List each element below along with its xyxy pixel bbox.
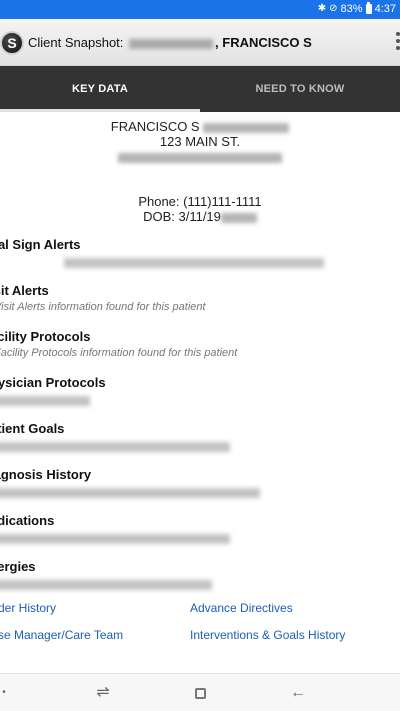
section-visit-alerts[interactable]: isit Alerts Visit Alerts information fou… xyxy=(0,283,370,314)
tab-key-data[interactable]: KEY DATA xyxy=(0,66,200,112)
section-title: acility Protocols xyxy=(0,329,91,344)
patient-dob: DOB: 3/11/19 xyxy=(143,209,221,224)
section-physician-protocols[interactable]: hysician Protocols xyxy=(0,375,370,406)
patient-name: FRANCISCO S xyxy=(110,119,200,134)
nav-dot-icon: • xyxy=(2,687,6,698)
battery-percent: 83% xyxy=(340,3,363,15)
do-not-disturb-icon: ⊘ xyxy=(329,3,338,14)
title-prefix: Client Snapshot: xyxy=(28,35,124,50)
clock: 4:37 xyxy=(374,3,396,15)
recents-icon[interactable]: ⇌ xyxy=(93,683,113,703)
mute-icon: ✱ xyxy=(317,3,327,14)
section-title: isit Alerts xyxy=(0,283,49,298)
section-title: ital Sign Alerts xyxy=(0,237,81,252)
tab-need-to-know[interactable]: NEED TO KNOW xyxy=(200,66,400,112)
patient-address-1: 123 MAIN ST. xyxy=(159,134,241,149)
section-title: hysician Protocols xyxy=(0,375,106,390)
section-allergies[interactable]: llergies xyxy=(0,559,370,590)
link-order-history[interactable]: der History xyxy=(0,601,56,615)
section-facility-protocols[interactable]: acility Protocols Facility Protocols inf… xyxy=(0,329,370,360)
system-nav-bar: • ⇌ ← xyxy=(0,673,400,711)
back-icon[interactable]: ← xyxy=(288,683,308,703)
section-diagnosis-history[interactable]: iagnosis History xyxy=(0,467,370,498)
patient-name-line: FRANCISCO S xyxy=(0,119,400,134)
redacted-dob xyxy=(220,212,257,223)
section-title: iagnosis History xyxy=(0,467,92,482)
app-bar: S Client Snapshot: , FRANCISCO S xyxy=(0,19,400,66)
battery-icon xyxy=(365,2,372,14)
status-bar: ✱ ⊘ 83% 4:37 xyxy=(0,0,400,19)
patient-address-2 xyxy=(0,149,400,164)
section-medications[interactable]: edications xyxy=(0,513,370,544)
section-title: llergies xyxy=(0,559,36,574)
section-title: atient Goals xyxy=(0,421,65,436)
overflow-menu-icon[interactable] xyxy=(396,32,400,52)
redacted-text xyxy=(0,442,230,452)
redacted-city xyxy=(118,152,282,163)
app-logo-icon[interactable]: S xyxy=(0,31,24,55)
redacted-surname xyxy=(203,122,290,133)
patient-phone: Phone: (111)111-1111 xyxy=(138,194,262,209)
link-case-manager-care-team[interactable]: se Manager/Care Team xyxy=(0,628,123,642)
page-title: Client Snapshot: , FRANCISCO S xyxy=(28,35,312,50)
link-interventions-goals-history[interactable]: Interventions & Goals History xyxy=(190,628,345,642)
section-vital-sign-alerts[interactable]: ital Sign Alerts xyxy=(0,237,370,268)
patient-dob-line: DOB: 3/11/19 xyxy=(0,209,400,224)
status-bar-right: ✱ ⊘ 83% 4:37 xyxy=(317,2,396,15)
link-advance-directives[interactable]: Advance Directives xyxy=(190,601,293,615)
title-patient-name: , FRANCISCO S xyxy=(215,35,312,50)
tab-bar: KEY DATA NEED TO KNOW xyxy=(0,66,400,112)
section-subtitle: Visit Alerts information found for this … xyxy=(0,301,206,313)
section-title: edications xyxy=(0,513,55,528)
section-subtitle: Facility Protocols information found for… xyxy=(0,347,238,359)
redacted-text xyxy=(0,534,230,544)
redacted-text xyxy=(0,580,212,590)
redacted-text xyxy=(64,258,324,268)
redacted-text xyxy=(0,488,260,498)
patient-info: FRANCISCO S 123 MAIN ST. Phone: (111)111… xyxy=(0,119,400,224)
redacted-text xyxy=(0,396,90,406)
home-icon[interactable] xyxy=(195,688,206,699)
redacted-surname xyxy=(129,38,214,49)
section-patient-goals[interactable]: atient Goals xyxy=(0,421,370,452)
